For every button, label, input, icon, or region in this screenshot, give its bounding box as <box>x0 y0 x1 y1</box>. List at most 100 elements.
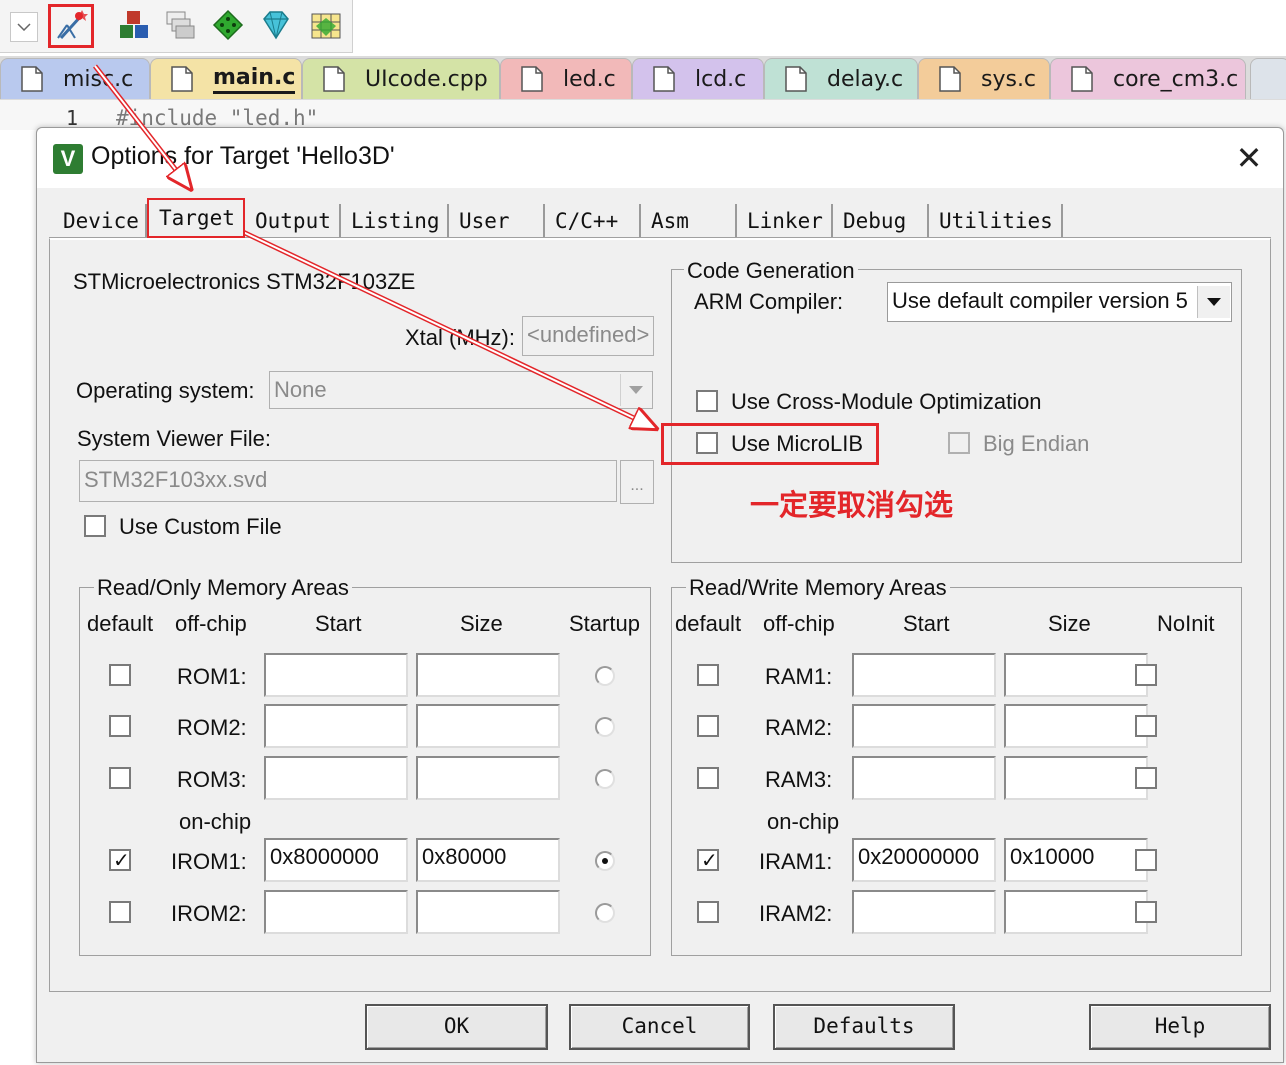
tab-target[interactable]: Target <box>147 198 245 238</box>
ram-noinit-checkbox[interactable] <box>1135 664 1157 686</box>
rom-size-field[interactable] <box>416 653 560 697</box>
os-dropdown-arrow[interactable] <box>620 374 651 406</box>
svd-browse-button[interactable]: ... <box>620 460 654 504</box>
rom-startup-radio[interactable] <box>595 666 615 686</box>
rom-start-field[interactable] <box>264 756 408 800</box>
rom-start-field[interactable] <box>264 653 408 697</box>
windows-stack-icon[interactable] <box>160 6 200 44</box>
keil-app-icon: V <box>53 144 83 174</box>
tab-cc[interactable]: C/C++ <box>545 204 641 238</box>
ram-start-field[interactable]: 0x20000000 <box>852 838 996 882</box>
file-tab-label: delay.c <box>827 66 904 92</box>
rom-default-checkbox[interactable] <box>109 901 131 923</box>
rom-start-field[interactable] <box>264 890 408 934</box>
tab-device[interactable]: Device <box>53 204 147 238</box>
file-tab[interactable]: lcd.c <box>632 58 764 99</box>
options-highlight-box <box>48 4 94 48</box>
tab-debug[interactable]: Debug <box>833 204 929 238</box>
rom-startup-radio[interactable] <box>595 903 615 923</box>
ok-button[interactable]: OK <box>365 1004 548 1050</box>
tab-linker[interactable]: Linker <box>737 204 833 238</box>
rom-size-field[interactable] <box>416 756 560 800</box>
compiler-select[interactable]: Use default compiler version 5 <box>887 282 1232 322</box>
tab-listing[interactable]: Listing <box>341 204 449 238</box>
compiler-label: ARM Compiler: <box>694 289 844 314</box>
ram-default-checkbox[interactable]: ✓ <box>697 849 719 872</box>
tab-asm[interactable]: Asm <box>641 204 737 238</box>
close-button[interactable]: ✕ <box>1229 138 1269 178</box>
use-custom-file-checkbox[interactable] <box>84 515 106 537</box>
green-diamond-icon[interactable] <box>208 6 248 44</box>
ram-start-field[interactable] <box>852 653 996 697</box>
rom-row-label: ROM2: <box>177 715 247 740</box>
rom-startup-radio[interactable] <box>595 851 615 871</box>
cross-module-label: Use Cross-Module Optimization <box>731 389 1042 414</box>
grid-gem-icon[interactable] <box>306 6 346 44</box>
cross-module-checkbox[interactable] <box>696 390 718 412</box>
file-tab[interactable]: led.c <box>500 58 632 99</box>
ram-row-label: IRAM1: <box>759 849 833 874</box>
rom-default-checkbox[interactable]: ✓ <box>109 849 131 872</box>
ram-size-field[interactable] <box>1004 704 1148 748</box>
file-tab[interactable]: UIcode.cpp <box>302 58 500 99</box>
ram-start-field[interactable] <box>852 890 996 934</box>
rom-row-label: ROM3: <box>177 767 247 792</box>
rom-default-checkbox[interactable] <box>109 767 131 789</box>
tab-user[interactable]: User <box>449 204 545 238</box>
os-select[interactable]: None <box>269 371 653 409</box>
file-tab[interactable]: main.c <box>150 58 302 99</box>
rom-size-field[interactable] <box>416 890 560 934</box>
ram-default-checkbox[interactable] <box>697 664 719 686</box>
file-tab-overflow[interactable] <box>1250 58 1286 99</box>
svd-field[interactable]: STM32F103xx.svd <box>79 460 617 502</box>
rom-startup-radio[interactable] <box>595 769 615 789</box>
compiler-dropdown-arrow[interactable] <box>1197 286 1230 318</box>
ram-default-checkbox[interactable] <box>697 715 719 737</box>
gem-icon[interactable] <box>256 6 296 44</box>
ram-noinit-checkbox[interactable] <box>1135 715 1157 737</box>
ram-size-field[interactable] <box>1004 890 1148 934</box>
ram-default-checkbox[interactable] <box>697 767 719 789</box>
dropdown-icon[interactable] <box>10 12 38 42</box>
rom-header-offchip: off-chip <box>175 611 247 636</box>
file-tab[interactable]: sys.c <box>918 58 1050 99</box>
tab-utilities[interactable]: Utilities <box>929 204 1063 238</box>
xtal-field[interactable]: <undefined> <box>522 316 654 356</box>
device-name: STMicroelectronics STM32F103ZE <box>73 269 416 294</box>
file-tab[interactable]: core_cm3.c <box>1050 58 1246 99</box>
ram-onchip-label: on-chip <box>767 809 840 834</box>
big-endian-checkbox[interactable] <box>948 432 970 454</box>
ram-noinit-checkbox[interactable] <box>1135 849 1157 871</box>
file-icon <box>171 66 193 92</box>
file-tab[interactable]: misc.c <box>0 58 150 99</box>
file-tab-label: led.c <box>563 66 616 92</box>
ram-header-start: Start <box>903 611 950 636</box>
rom-size-field[interactable]: 0x80000 <box>416 838 560 882</box>
rom-group-label: Read/Only Memory Areas <box>94 575 352 601</box>
blocks-icon[interactable] <box>114 6 154 44</box>
rom-size-field[interactable] <box>416 704 560 748</box>
rom-header-start: Start <box>315 611 362 636</box>
defaults-button[interactable]: Defaults <box>773 1004 955 1050</box>
options-dialog: V Options for Target 'Hello3D' ✕ Device T… <box>36 127 1284 1063</box>
rom-start-field[interactable]: 0x8000000 <box>264 838 408 882</box>
rom-startup-radio[interactable] <box>595 717 615 737</box>
ram-noinit-checkbox[interactable] <box>1135 767 1157 789</box>
rom-start-field[interactable] <box>264 704 408 748</box>
ram-noinit-checkbox[interactable] <box>1135 901 1157 923</box>
ram-size-field[interactable] <box>1004 653 1148 697</box>
ram-size-field[interactable] <box>1004 756 1148 800</box>
file-icon <box>21 66 43 92</box>
file-tab[interactable]: delay.c <box>764 58 918 99</box>
file-icon <box>785 66 807 92</box>
rom-default-checkbox[interactable] <box>109 664 131 686</box>
ram-default-checkbox[interactable] <box>697 901 719 923</box>
rom-default-checkbox[interactable] <box>109 715 131 737</box>
help-button[interactable]: Help <box>1089 1004 1271 1050</box>
ram-start-field[interactable] <box>852 756 996 800</box>
ram-start-field[interactable] <box>852 704 996 748</box>
tab-output[interactable]: Output <box>245 204 341 238</box>
cancel-button[interactable]: Cancel <box>569 1004 750 1050</box>
radio-dot-icon <box>602 858 608 864</box>
ram-size-field[interactable]: 0x10000 <box>1004 838 1148 882</box>
